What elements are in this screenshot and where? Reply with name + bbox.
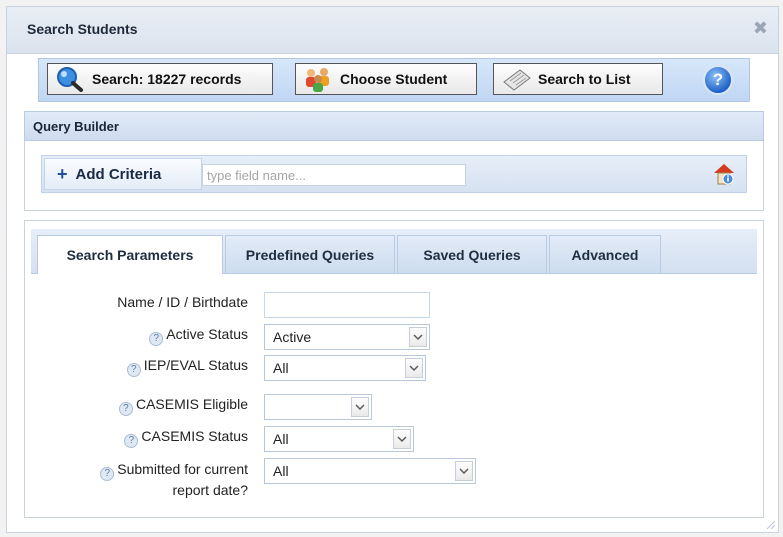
- tab-saved-queries[interactable]: Saved Queries: [397, 235, 547, 273]
- dialog-title: Search Students: [27, 21, 138, 37]
- active-status-label: ? Active Status: [60, 326, 248, 346]
- add-criteria-label: Add Criteria: [75, 165, 162, 183]
- help-circle-icon[interactable]: ?: [124, 434, 139, 448]
- help-circle-icon[interactable]: ?: [149, 332, 164, 346]
- search-to-list-label: Search to List: [538, 71, 631, 87]
- submitted-report-date-value: All: [273, 463, 289, 479]
- submitted-report-date-select[interactable]: All: [264, 458, 476, 484]
- help-circle-icon[interactable]: ?: [126, 363, 141, 377]
- tab-strip: Search Parameters Predefined Queries Sav…: [31, 229, 757, 274]
- iep-eval-status-label: ? IEP/EVAL Status: [60, 357, 248, 377]
- tab-predefined-queries[interactable]: Predefined Queries: [225, 235, 395, 273]
- tab-advanced[interactable]: Advanced: [549, 235, 661, 273]
- chevron-down-icon: [393, 429, 411, 449]
- casemis-status-label-text: CASEMIS Status: [141, 428, 248, 444]
- casemis-status-value: All: [273, 431, 289, 447]
- submitted-report-date-label: ? Submitted for current report date?: [60, 460, 248, 499]
- casemis-eligible-label-text: CASEMIS Eligible: [135, 396, 248, 412]
- help-circle-icon[interactable]: ?: [118, 402, 133, 416]
- people-icon: [306, 68, 329, 92]
- submitted-report-date-line1: ? Submitted for current: [60, 460, 248, 481]
- choose-student-label: Choose Student: [340, 71, 448, 87]
- name-id-birthdate-input[interactable]: [264, 292, 430, 318]
- iep-eval-status-select[interactable]: All: [264, 355, 426, 381]
- casemis-status-select[interactable]: All: [264, 426, 414, 452]
- plus-icon: +: [57, 163, 68, 184]
- name-id-birthdate-label: Name / ID / Birthdate: [117, 294, 248, 310]
- chevron-down-icon: [409, 327, 427, 347]
- search-records-button[interactable]: Search: 18227 records: [47, 63, 273, 95]
- active-status-label-text: Active Status: [166, 326, 248, 342]
- casemis-status-label: ? CASEMIS Status: [60, 428, 248, 448]
- search-records-label: Search: 18227 records: [92, 71, 242, 87]
- active-status-value: Active: [273, 329, 312, 345]
- document-list-icon: [503, 69, 531, 91]
- query-builder-title: Query Builder: [33, 119, 119, 134]
- close-icon[interactable]: ✖: [753, 19, 768, 37]
- casemis-eligible-label: ? CASEMIS Eligible: [60, 396, 248, 416]
- query-builder-body: + Add Criteria: [24, 141, 764, 211]
- search-to-list-button[interactable]: Search to List: [493, 63, 663, 95]
- add-criteria-button[interactable]: + Add Criteria: [44, 158, 202, 190]
- chevron-down-icon: [405, 358, 423, 378]
- home-info-icon[interactable]: [712, 162, 736, 186]
- chevron-down-icon: [351, 397, 369, 417]
- search-toolbar: Search: 18227 records Choose Student Sea…: [38, 58, 750, 102]
- help-circle-icon[interactable]: ?: [100, 467, 115, 481]
- help-icon[interactable]: ?: [703, 65, 733, 95]
- criteria-bar: + Add Criteria: [41, 155, 747, 193]
- query-builder-header: Query Builder: [24, 111, 764, 141]
- choose-student-button[interactable]: Choose Student: [295, 63, 477, 95]
- active-status-select[interactable]: Active: [264, 324, 430, 350]
- casemis-eligible-select[interactable]: [264, 394, 372, 420]
- chevron-down-icon: [455, 461, 473, 481]
- submitted-label-text: Submitted for current: [117, 461, 248, 477]
- resize-grip-icon[interactable]: [767, 521, 775, 529]
- dialog-titlebar[interactable]: Search Students ✖: [7, 7, 778, 54]
- magnifier-icon: [57, 67, 83, 92]
- iep-eval-status-label-text: IEP/EVAL Status: [143, 357, 248, 373]
- tab-search-parameters[interactable]: Search Parameters: [37, 235, 223, 274]
- submitted-report-date-line2: report date?: [172, 482, 249, 498]
- iep-eval-status-value: All: [273, 360, 289, 376]
- field-name-input[interactable]: [202, 164, 466, 186]
